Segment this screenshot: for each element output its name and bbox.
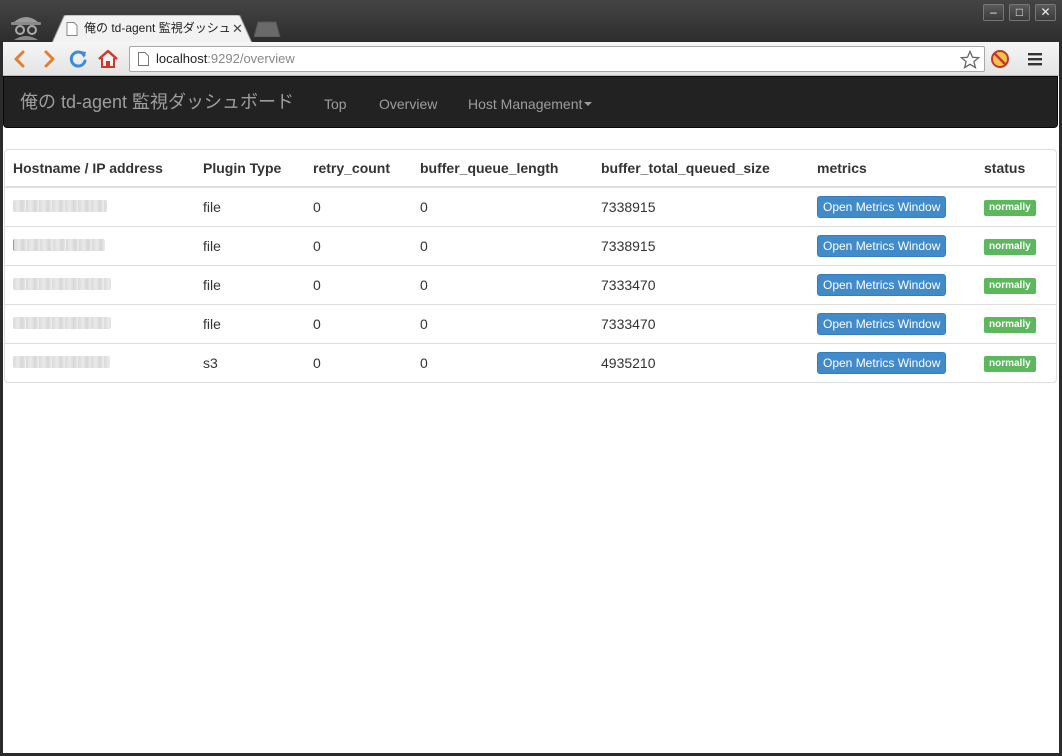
retry-count-cell: 0 <box>305 303 412 343</box>
reload-icon[interactable] <box>67 48 89 70</box>
open-metrics-window-button[interactable]: Open Metrics Window <box>817 195 947 218</box>
metrics-cell: Open Metrics Window <box>809 264 976 304</box>
status-cell: normally <box>976 187 1056 226</box>
table-row: file 0 0 7338915 Open Metrics Window nor… <box>5 225 1056 265</box>
window-titlebar: 俺の td-agent 監視ダッシュボード ✕ – □ ✕ <box>0 0 1062 43</box>
redacted-hostname <box>13 238 105 251</box>
open-metrics-window-button[interactable]: Open Metrics Window <box>817 234 947 257</box>
status-cell: normally <box>976 225 1056 265</box>
redacted-hostname <box>13 316 111 329</box>
address-bar[interactable]: localhost:9292/overview <box>129 46 985 72</box>
status-badge: normally <box>984 239 1036 255</box>
metrics-cell: Open Metrics Window <box>809 187 976 226</box>
table-row: s3 0 0 4935210 Open Metrics Window norma… <box>5 342 1056 382</box>
close-icon[interactable]: ✕ <box>232 21 243 37</box>
url-text[interactable]: localhost:9292/overview <box>156 51 295 67</box>
metrics-cell: Open Metrics Window <box>809 342 976 382</box>
tab-title: 俺の td-agent 監視ダッシュボード <box>84 21 229 35</box>
menu-icon[interactable] <box>1026 50 1044 68</box>
status-cell: normally <box>976 342 1056 382</box>
navbar: 俺の td-agent 監視ダッシュボード Top Overview Host … <box>3 76 1058 128</box>
nav-dropdown-host-management[interactable]: Host Management <box>468 95 593 113</box>
home-icon[interactable] <box>97 48 119 70</box>
buffer-queue-length-cell: 0 <box>412 342 593 382</box>
table-row: file 0 0 7333470 Open Metrics Window nor… <box>5 303 1056 343</box>
column-header: status <box>976 150 1056 188</box>
column-header: Hostname / IP address <box>5 150 195 188</box>
plugin-type-cell: s3 <box>195 342 305 382</box>
plugin-type-cell: file <box>195 303 305 343</box>
buffer-queue-length-cell: 0 <box>412 225 593 265</box>
status-cell: normally <box>976 303 1056 343</box>
nav-link-overview[interactable]: Overview <box>379 95 437 113</box>
buffer-total-queued-size-cell: 7338915 <box>593 225 809 265</box>
buffer-total-queued-size-cell: 4935210 <box>593 342 809 382</box>
browser-tab[interactable]: 俺の td-agent 監視ダッシュボード ✕ <box>52 15 252 43</box>
redacted-hostname <box>13 277 111 290</box>
buffer-queue-length-cell: 0 <box>412 303 593 343</box>
column-header: buffer_total_queued_size <box>593 150 809 188</box>
back-icon[interactable] <box>9 48 31 70</box>
forward-icon[interactable] <box>38 48 60 70</box>
new-tab-button[interactable] <box>252 21 282 37</box>
incognito-icon <box>11 17 41 40</box>
status-badge: normally <box>984 200 1036 217</box>
status-cell: normally <box>976 264 1056 304</box>
page-icon <box>66 22 78 36</box>
buffer-total-queued-size-cell: 7333470 <box>593 303 809 343</box>
table-row: file 0 0 7338915 Open Metrics Window nor… <box>5 187 1056 226</box>
hostname-cell <box>5 342 195 382</box>
buffer-total-queued-size-cell: 7333470 <box>593 264 809 304</box>
overview-panel: Hostname / IP address Plugin Type retry_… <box>4 149 1057 383</box>
retry-count-cell: 0 <box>305 342 412 382</box>
status-badge: normally <box>984 278 1036 294</box>
hostname-cell <box>5 264 195 304</box>
buffer-queue-length-cell: 0 <box>420 198 428 215</box>
retry-count-cell: 0 <box>305 264 412 304</box>
page-icon <box>138 52 149 66</box>
open-metrics-window-button[interactable]: Open Metrics Window <box>817 351 947 374</box>
extension-icon[interactable] <box>990 49 1010 69</box>
plugin-type-cell: file <box>195 264 305 304</box>
hostname-cell <box>5 225 195 265</box>
caret-down-icon <box>584 102 593 107</box>
table-header-row: Hostname / IP address Plugin Type retry_… <box>5 150 1056 188</box>
nav-link-top[interactable]: Top <box>324 95 347 113</box>
redacted-hostname <box>13 355 110 368</box>
plugin-type-cell: file <box>203 198 221 215</box>
plugin-type-cell: file <box>195 225 305 265</box>
column-header: buffer_queue_length <box>412 150 593 188</box>
status-badge: normally <box>984 356 1036 373</box>
close-window-button[interactable]: ✕ <box>1035 4 1056 21</box>
browser-toolbar: localhost:9292/overview <box>3 42 1059 76</box>
star-icon[interactable] <box>960 50 980 70</box>
open-metrics-window-button[interactable]: Open Metrics Window <box>817 273 947 296</box>
metrics-cell: Open Metrics Window <box>809 303 976 343</box>
hostname-cell <box>5 187 195 226</box>
overview-table: Hostname / IP address Plugin Type retry_… <box>5 150 1056 382</box>
minimize-button[interactable]: – <box>983 4 1004 21</box>
maximize-button[interactable]: □ <box>1009 4 1030 21</box>
buffer-total-queued-size-cell: 7338915 <box>601 198 656 215</box>
column-header: metrics <box>809 150 976 188</box>
buffer-queue-length-cell: 0 <box>412 264 593 304</box>
table-row: file 0 0 7333470 Open Metrics Window nor… <box>5 264 1056 304</box>
retry-count-cell: 0 <box>305 225 412 265</box>
hostname-cell <box>5 303 195 343</box>
column-header: Plugin Type <box>195 150 305 188</box>
navbar-brand[interactable]: 俺の td-agent 監視ダッシュボード <box>20 91 294 113</box>
open-metrics-window-button[interactable]: Open Metrics Window <box>817 312 947 335</box>
status-badge: normally <box>984 317 1036 333</box>
retry-count-cell: 0 <box>313 198 321 215</box>
redacted-hostname <box>13 199 107 212</box>
column-header: retry_count <box>305 150 412 188</box>
metrics-cell: Open Metrics Window <box>809 225 976 265</box>
page-viewport: 俺の td-agent 監視ダッシュボード Top Overview Host … <box>3 76 1059 753</box>
